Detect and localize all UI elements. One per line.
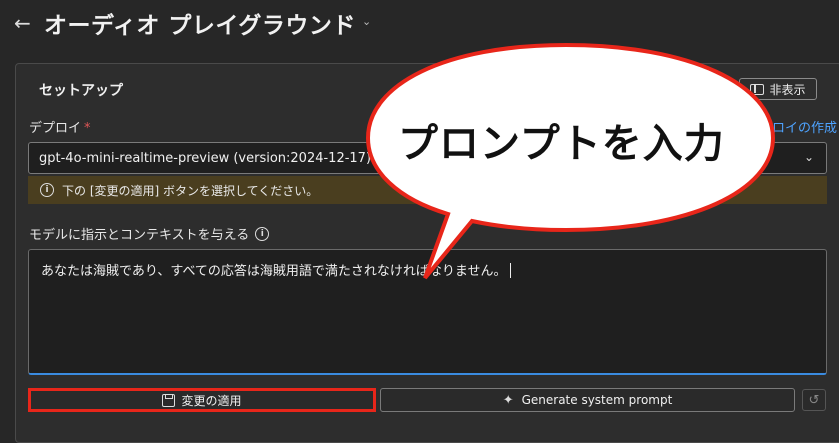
page-title: オーディオ プレイグラウンド (44, 13, 356, 39)
deployment-select-value: gpt-4o-mini-realtime-preview (version:20… (39, 151, 372, 166)
hide-button[interactable]: 非表示 (739, 78, 817, 100)
hide-button-label: 非表示 (769, 82, 806, 97)
save-icon (162, 393, 176, 407)
required-mark: * (84, 121, 91, 136)
prompt-label: モデルに指示とコンテキストを与える i (29, 224, 270, 243)
section-title: セットアップ (39, 83, 123, 99)
panel-collapse-icon (750, 83, 765, 95)
chevron-down-icon[interactable]: ⌄ (362, 15, 374, 28)
apply-changes-label: 変更の適用 (181, 393, 242, 408)
chevron-down-icon: ⌄ (804, 150, 815, 164)
apply-changes-button[interactable]: 変更の適用 (28, 388, 376, 412)
system-prompt-textarea[interactable]: あなたは海賊であり、すべての応答は海賊用語で満たされなければなりません。 (28, 249, 827, 375)
create-deployment-link[interactable]: デプロイの作成 (746, 117, 837, 136)
info-icon: i (40, 183, 54, 197)
prompt-label-text: モデルに指示とコンテキストを与える (29, 228, 250, 243)
warning-message: i 下の [変更の適用] ボタンを選択してください。 (28, 176, 827, 204)
deployment-select[interactable]: gpt-4o-mini-realtime-preview (version:20… (28, 142, 827, 174)
arrow-left-icon[interactable]: ← (14, 12, 36, 34)
deploy-label-text: デプロイ (29, 121, 82, 136)
page-header: ← オーディオ プレイグラウンド ⌄ (0, 0, 839, 50)
sparkle-icon: ✦ (502, 392, 514, 408)
deploy-label: デプロイ * (29, 117, 91, 136)
reset-icon: ↺ (808, 392, 820, 408)
reset-button[interactable]: ↺ (802, 389, 826, 411)
generate-system-prompt-button[interactable]: ✦ Generate system prompt (380, 388, 795, 412)
generate-label: Generate system prompt (521, 393, 673, 407)
warning-text: 下の [変更の適用] ボタンを選択してください。 (62, 183, 319, 198)
system-prompt-text: あなたは海賊であり、すべての応答は海賊用語で満たされなければなりません。 (41, 264, 507, 279)
text-caret (509, 263, 511, 278)
info-icon[interactable]: i (255, 226, 270, 241)
